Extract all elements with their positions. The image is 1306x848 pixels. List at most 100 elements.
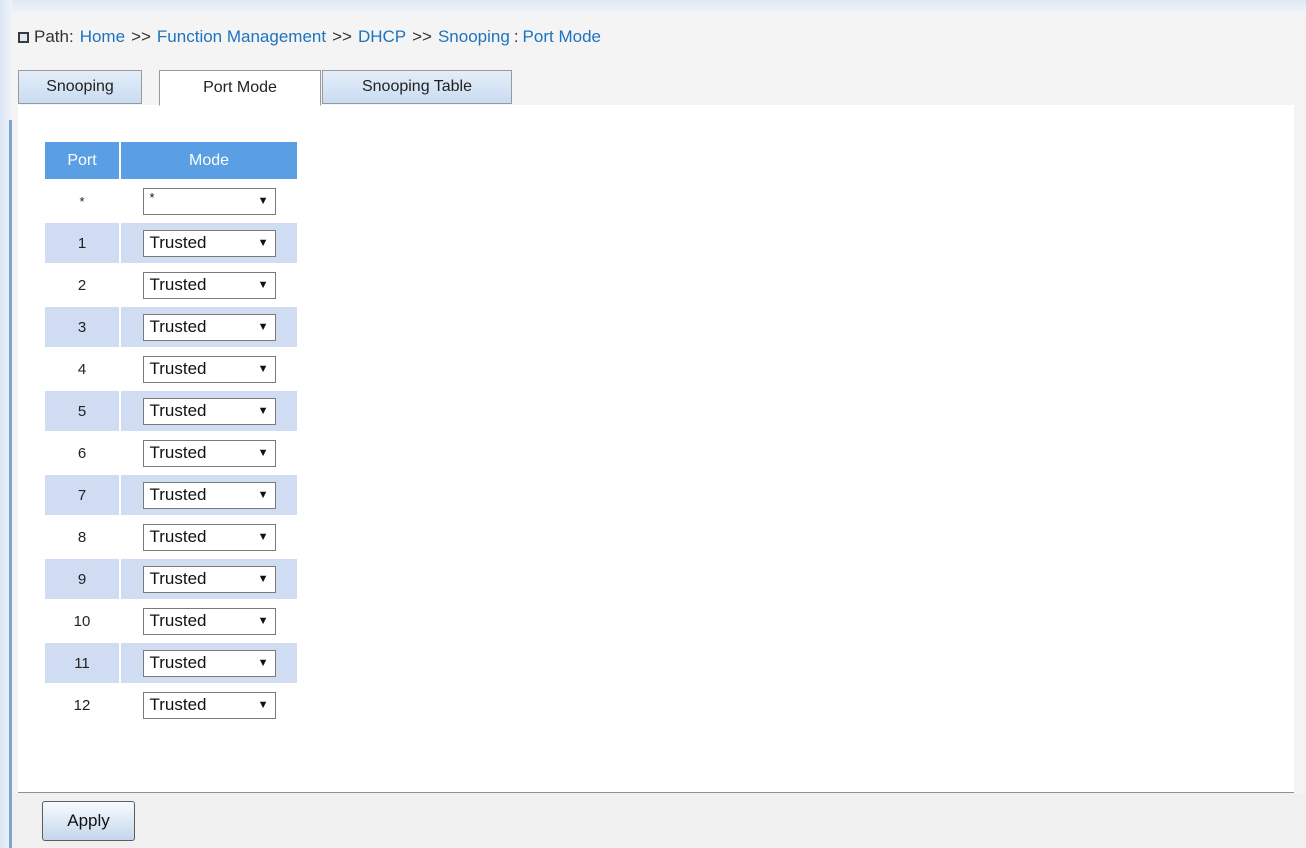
dropdown-arrow-icon: ▼ — [257, 447, 269, 459]
dropdown-arrow-icon: ▼ — [257, 573, 269, 585]
port-mode-table: Port Mode * * ▼ 1 Trusted ▼ 2 Trusted ▼ 3 Trusted ▼… — [43, 140, 299, 727]
mode-select[interactable]: Trusted ▼ — [142, 565, 276, 593]
table-row: 1 Trusted ▼ — [45, 223, 297, 263]
table-row: 12 Trusted ▼ — [45, 685, 297, 725]
mode-select[interactable]: * ▼ — [142, 187, 276, 215]
table-row: 5 Trusted ▼ — [45, 391, 297, 431]
mode-select-value: Trusted — [149, 401, 207, 420]
dropdown-arrow-icon: ▼ — [257, 279, 269, 291]
breadcrumb-current-separator: : — [513, 27, 519, 46]
port-cell: 1 — [45, 223, 119, 263]
mode-select[interactable]: Trusted ▼ — [142, 523, 276, 551]
mode-select[interactable]: Trusted ▼ — [142, 397, 276, 425]
mode-cell: Trusted ▼ — [121, 643, 297, 683]
mode-select-value: * — [149, 189, 155, 205]
dropdown-arrow-icon: ▼ — [257, 195, 269, 207]
dropdown-arrow-icon: ▼ — [257, 363, 269, 375]
port-cell: 5 — [45, 391, 119, 431]
left-rail — [0, 0, 12, 848]
dropdown-arrow-icon: ▼ — [257, 699, 269, 711]
mode-select-value: Trusted — [149, 443, 207, 462]
footer-bar: Apply — [12, 793, 1306, 848]
mode-select-value: Trusted — [149, 485, 207, 504]
column-header-mode: Mode — [121, 142, 297, 179]
breadcrumb-current[interactable]: Port Mode — [523, 27, 601, 47]
table-row: * * ▼ — [45, 181, 297, 221]
table-row: 6 Trusted ▼ — [45, 433, 297, 473]
path-label: Path: — [34, 27, 74, 46]
mode-cell: Trusted ▼ — [121, 517, 297, 557]
dropdown-arrow-icon: ▼ — [257, 321, 269, 333]
column-header-port: Port — [45, 142, 119, 179]
top-strip — [0, 0, 1306, 14]
dropdown-arrow-icon: ▼ — [257, 531, 269, 543]
mode-select-value: Trusted — [149, 527, 207, 546]
breadcrumb-separator: >> — [412, 27, 432, 46]
mode-select-value: Trusted — [149, 611, 207, 630]
mode-cell: Trusted ▼ — [121, 433, 297, 473]
port-cell: 12 — [45, 685, 119, 725]
breadcrumb-dhcp[interactable]: DHCP — [358, 27, 406, 47]
path-square-icon — [18, 31, 29, 43]
mode-cell: Trusted ▼ — [121, 475, 297, 515]
table-row: 9 Trusted ▼ — [45, 559, 297, 599]
breadcrumb: Path: Home >> Function Management >> DHC… — [18, 25, 601, 49]
mode-cell: Trusted ▼ — [121, 307, 297, 347]
mode-select[interactable]: Trusted ▼ — [142, 229, 276, 257]
table-row: 11 Trusted ▼ — [45, 643, 297, 683]
apply-button[interactable]: Apply — [42, 801, 135, 841]
table-row: 8 Trusted ▼ — [45, 517, 297, 557]
mode-select-value: Trusted — [149, 317, 207, 336]
dropdown-arrow-icon: ▼ — [257, 237, 269, 249]
mode-select-value: Trusted — [149, 695, 207, 714]
dropdown-arrow-icon: ▼ — [257, 657, 269, 669]
tab-snooping-table[interactable]: Snooping Table — [322, 70, 512, 104]
port-cell: 7 — [45, 475, 119, 515]
breadcrumb-home[interactable]: Home — [80, 27, 125, 47]
mode-cell: * ▼ — [121, 181, 297, 221]
port-mode-panel: Port Mode * * ▼ 1 Trusted ▼ 2 Trusted ▼ 3 Trusted ▼… — [18, 105, 1294, 793]
mode-cell: Trusted ▼ — [121, 559, 297, 599]
dropdown-arrow-icon: ▼ — [257, 615, 269, 627]
table-row: 2 Trusted ▼ — [45, 265, 297, 305]
mode-cell: Trusted ▼ — [121, 391, 297, 431]
port-cell: 10 — [45, 601, 119, 641]
mode-select-value: Trusted — [149, 653, 207, 672]
breadcrumb-separator: >> — [131, 27, 151, 46]
mode-select[interactable]: Trusted ▼ — [142, 313, 276, 341]
table-row: 4 Trusted ▼ — [45, 349, 297, 389]
tab-port-mode[interactable]: Port Mode — [159, 70, 321, 106]
port-cell: 11 — [45, 643, 119, 683]
mode-select-value: Trusted — [149, 569, 207, 588]
tab-bar: Snooping Port Mode Snooping Table — [18, 70, 1294, 106]
port-cell: * — [45, 181, 119, 221]
mode-cell: Trusted ▼ — [121, 265, 297, 305]
port-cell: 6 — [45, 433, 119, 473]
mode-select-value: Trusted — [149, 233, 207, 252]
port-cell: 2 — [45, 265, 119, 305]
mode-select-value: Trusted — [149, 275, 207, 294]
mode-cell: Trusted ▼ — [121, 685, 297, 725]
mode-select[interactable]: Trusted ▼ — [142, 271, 276, 299]
port-cell: 3 — [45, 307, 119, 347]
mode-select[interactable]: Trusted ▼ — [142, 481, 276, 509]
breadcrumb-function-management[interactable]: Function Management — [157, 27, 326, 47]
breadcrumb-separator: >> — [332, 27, 352, 46]
mode-select[interactable]: Trusted ▼ — [142, 649, 276, 677]
dropdown-arrow-icon: ▼ — [257, 405, 269, 417]
mode-select-value: Trusted — [149, 359, 207, 378]
breadcrumb-snooping[interactable]: Snooping — [438, 27, 510, 47]
port-cell: 4 — [45, 349, 119, 389]
table-row: 10 Trusted ▼ — [45, 601, 297, 641]
port-cell: 8 — [45, 517, 119, 557]
mode-select[interactable]: Trusted ▼ — [142, 439, 276, 467]
mode-cell: Trusted ▼ — [121, 349, 297, 389]
table-row: 3 Trusted ▼ — [45, 307, 297, 347]
tab-snooping[interactable]: Snooping — [18, 70, 142, 104]
mode-select[interactable]: Trusted ▼ — [142, 355, 276, 383]
table-row: 7 Trusted ▼ — [45, 475, 297, 515]
mode-cell: Trusted ▼ — [121, 601, 297, 641]
mode-select[interactable]: Trusted ▼ — [142, 607, 276, 635]
mode-select[interactable]: Trusted ▼ — [142, 691, 276, 719]
dropdown-arrow-icon: ▼ — [257, 489, 269, 501]
